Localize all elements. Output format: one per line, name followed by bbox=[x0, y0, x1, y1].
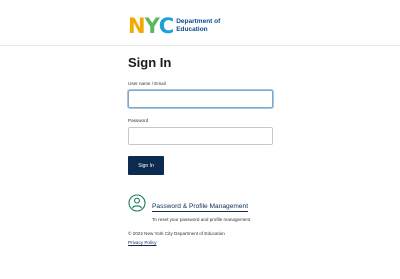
username-input[interactable] bbox=[128, 90, 273, 108]
department-line-1: Department of bbox=[176, 18, 221, 25]
nyc-doe-logo[interactable]: NYC Department of Education bbox=[128, 14, 220, 38]
copyright-text: © 2022 New York City Department of Educa… bbox=[128, 231, 225, 236]
department-line-2: Education bbox=[176, 26, 208, 33]
username-label: User name / Email bbox=[128, 81, 166, 86]
sign-in-form: Sign In User name / Email Password Sign … bbox=[128, 55, 274, 175]
page-title: Sign In bbox=[128, 55, 172, 70]
password-profile-link[interactable]: Password & Profile Management bbox=[152, 203, 249, 212]
password-label: Password bbox=[128, 118, 149, 123]
person-icon bbox=[128, 194, 146, 212]
department-name: Department of Education bbox=[176, 18, 220, 34]
logo-letter-n: N bbox=[128, 14, 146, 38]
nyc-logo-letters: NYC bbox=[128, 14, 174, 38]
password-input[interactable] bbox=[128, 127, 273, 145]
privacy-policy-link[interactable]: Privacy Policy bbox=[128, 240, 157, 245]
logo-letter-c: C bbox=[158, 14, 174, 38]
sign-in-button[interactable]: Sign In bbox=[128, 156, 164, 175]
password-profile-description: To reset your password and profile manag… bbox=[152, 217, 251, 222]
page-header: NYC Department of Education bbox=[0, 0, 400, 46]
logo-letter-y: Y bbox=[144, 14, 160, 38]
password-profile-management: Password & Profile Management To reset y… bbox=[128, 194, 250, 222]
